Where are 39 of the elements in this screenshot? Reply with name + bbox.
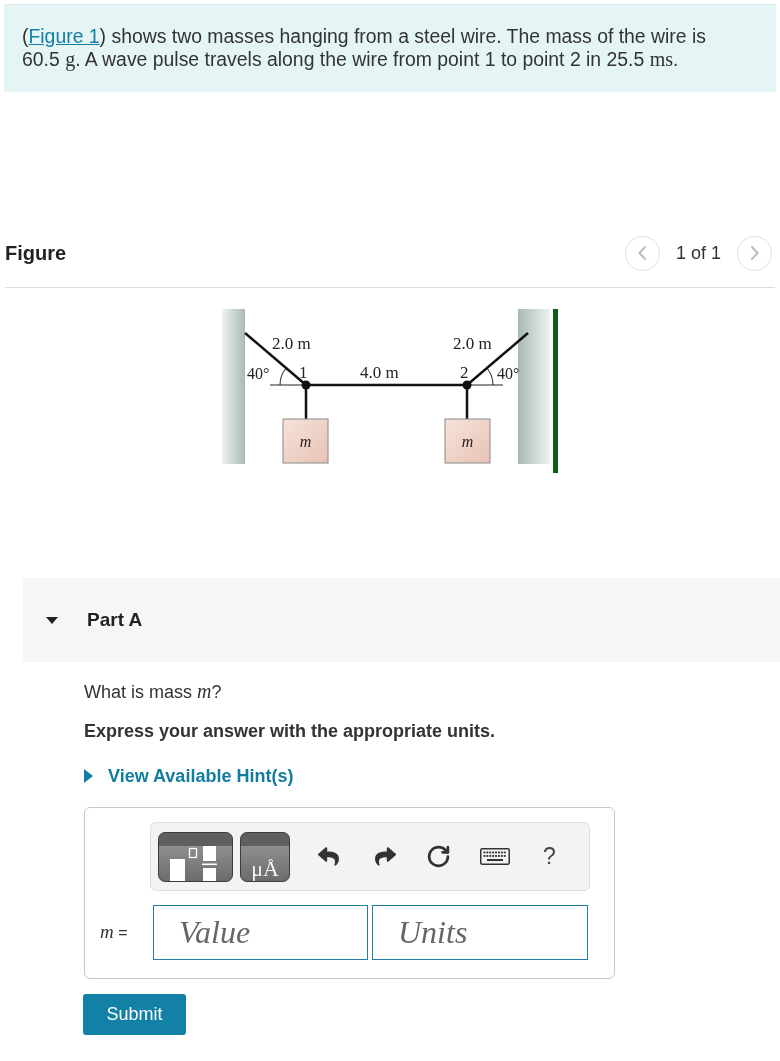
problem-statement: (Figure 1) shows two masses hanging from a steel wire. The mass of the wire is 60.5 g. A wave pulse travels along the wire from point 1 to point 2 in 25.5 ms. bbox=[22, 25, 707, 71]
instruction-text: Express your answer with the appropriate units. bbox=[84, 720, 497, 743]
junction-dot-icon bbox=[462, 380, 472, 390]
template-shapes-icon bbox=[170, 845, 217, 881]
figure-link[interactable]: Figure 1 bbox=[28, 25, 100, 47]
mass-block bbox=[444, 418, 491, 464]
value-field[interactable]: Value bbox=[153, 905, 368, 960]
undo-icon bbox=[318, 846, 339, 867]
templates-button[interactable] bbox=[158, 831, 233, 882]
undo-button[interactable] bbox=[318, 846, 339, 867]
length-label: 4.0 m bbox=[360, 363, 399, 382]
length-label: 2.0 m bbox=[272, 334, 311, 353]
length-label: 2.0 m bbox=[453, 334, 492, 353]
question-text: What is mass m? bbox=[84, 679, 223, 704]
point-label: 1 bbox=[299, 363, 308, 382]
submit-button[interactable]: Submit bbox=[83, 994, 186, 1035]
mass-label: m bbox=[461, 433, 474, 450]
chevron-right-icon bbox=[750, 246, 759, 260]
part-header[interactable]: Part A bbox=[23, 578, 780, 662]
mass-block bbox=[282, 418, 329, 464]
junction-dot-icon bbox=[301, 380, 311, 390]
angle-label: 40° bbox=[497, 365, 520, 382]
keyboard-button[interactable] bbox=[480, 848, 510, 865]
chevron-left-icon bbox=[638, 246, 647, 260]
variable-label: m = bbox=[100, 920, 129, 945]
figure-heading: Figure bbox=[5, 241, 67, 266]
units-button[interactable]: μÅ bbox=[240, 831, 290, 882]
hints-toggle[interactable]: View Available Hint(s) bbox=[84, 764, 294, 788]
redo-button[interactable] bbox=[375, 846, 396, 867]
angle-label: 40° bbox=[247, 365, 270, 382]
units-field[interactable]: Units bbox=[372, 905, 588, 960]
reset-icon bbox=[426, 844, 451, 869]
page-counter: 1 of 1 bbox=[675, 241, 721, 265]
reset-button[interactable] bbox=[426, 844, 451, 869]
point-label: 2 bbox=[460, 363, 469, 382]
keyboard-icon bbox=[480, 848, 510, 865]
mass-label: m bbox=[299, 433, 312, 450]
redo-icon bbox=[375, 846, 396, 867]
help-button[interactable]: ? bbox=[543, 845, 556, 868]
